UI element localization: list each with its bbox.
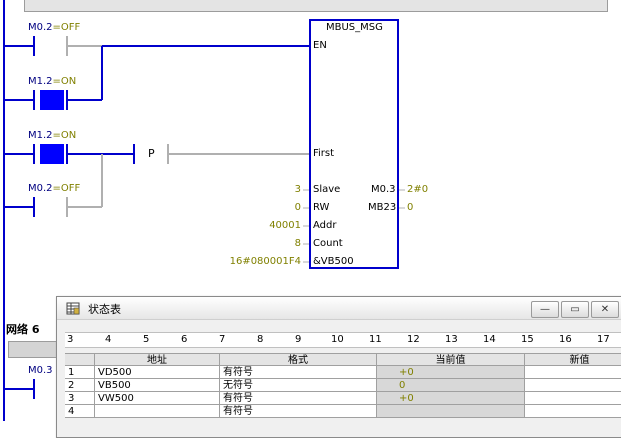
ruler-mark: 6 xyxy=(181,334,188,345)
table-header: 地址 格式 当前值 新值 ▲ xyxy=(65,353,621,366)
block-title: MBUS_MSG xyxy=(326,22,383,33)
current-value-cell: +0 xyxy=(377,392,525,405)
address-cell[interactable]: VD500 xyxy=(95,366,220,379)
header-address[interactable]: 地址 xyxy=(95,353,220,366)
new-value-cell[interactable] xyxy=(525,405,621,418)
restore-button[interactable]: ▭ xyxy=(561,301,589,318)
new-value-cell[interactable] xyxy=(525,392,621,405)
pin-first: First xyxy=(313,148,335,159)
pin-count: Count xyxy=(313,238,343,249)
table-row[interactable]: 3 VW500 有符号 +0 xyxy=(65,392,621,405)
pin-slave: Slave xyxy=(313,184,341,195)
current-value-cell: 0 xyxy=(377,379,525,392)
ruler-mark: 12 xyxy=(407,334,420,345)
status-table-icon xyxy=(66,302,80,315)
format-cell[interactable]: 有符号 xyxy=(220,366,377,379)
header-current-value[interactable]: 当前值 xyxy=(377,353,525,366)
ruler-mark: 16 xyxy=(559,334,572,345)
contact-m0-2-label: M0.2=OFF xyxy=(28,22,81,33)
ruler-mark: 3 xyxy=(67,334,74,345)
pin-done: M0.3 xyxy=(371,184,396,195)
header-num xyxy=(65,353,95,366)
ruler-mark: 11 xyxy=(369,334,382,345)
table-row[interactable]: 4 有符号 xyxy=(65,405,621,418)
contact-m0-2-label-2: M0.2=OFF xyxy=(28,183,81,194)
window-titlebar[interactable]: 状态表 — ▭ ✕ xyxy=(57,297,621,320)
ruler-mark: 14 xyxy=(483,334,496,345)
address-cell[interactable]: VB500 xyxy=(95,379,220,392)
row-number: 1 xyxy=(65,366,95,379)
rw-value: 0 xyxy=(294,202,301,213)
format-cell[interactable]: 有符号 xyxy=(220,405,377,418)
format-cell[interactable]: 有符号 xyxy=(220,392,377,405)
ruler-mark: 17 xyxy=(597,334,610,345)
done-value: 2#0 xyxy=(407,184,429,195)
ruler-mark: 4 xyxy=(105,334,112,345)
current-value-cell xyxy=(377,405,525,418)
status-table-window[interactable]: 状态表 — ▭ ✕ 3 4 5 6 7 8 9 10 11 12 13 14 1… xyxy=(56,296,621,438)
ruler-mark: 15 xyxy=(521,334,534,345)
column-ruler: 3 4 5 6 7 8 9 10 11 12 13 14 15 16 17 xyxy=(65,332,621,348)
pin-rw: RW xyxy=(313,202,330,213)
minimize-button[interactable]: — xyxy=(531,301,559,318)
p-contact-label: P xyxy=(148,147,155,160)
contact-m1-2-label: M1.2=ON xyxy=(28,76,77,87)
current-value-cell: +0 xyxy=(377,366,525,379)
contact-m0-3-label: M0.3 xyxy=(28,365,53,376)
ruler-mark: 9 xyxy=(295,334,302,345)
error-value: 0 xyxy=(407,202,414,213)
row-number: 3 xyxy=(65,392,95,405)
header-new-value[interactable]: 新值 xyxy=(525,353,621,366)
new-value-cell[interactable] xyxy=(525,366,621,379)
address-cell[interactable]: VW500 xyxy=(95,392,220,405)
ruler-mark: 5 xyxy=(143,334,150,345)
contact-m1-2-label-2: M1.2=ON xyxy=(28,130,77,141)
pin-en: EN xyxy=(313,40,327,51)
slave-value: 3 xyxy=(294,184,301,195)
table-row[interactable]: 2 VB500 无符号 0 xyxy=(65,379,621,392)
ruler-mark: 13 xyxy=(445,334,458,345)
new-value-cell[interactable] xyxy=(525,379,621,392)
header-format[interactable]: 格式 xyxy=(220,353,377,366)
row-number: 4 xyxy=(65,405,95,418)
addr-value: 40001 xyxy=(269,220,301,231)
network-title: 网络 6 xyxy=(6,323,40,336)
dataptr-value: 16#080001F4 xyxy=(229,256,301,267)
count-value: 8 xyxy=(294,238,301,249)
close-button[interactable]: ✕ xyxy=(591,301,619,318)
address-cell[interactable] xyxy=(95,405,220,418)
format-cell[interactable]: 无符号 xyxy=(220,379,377,392)
table-row[interactable]: 1 VD500 有符号 +0 xyxy=(65,366,621,379)
pin-error: MB23 xyxy=(368,202,397,213)
window-title: 状态表 xyxy=(88,303,121,316)
pin-addr: Addr xyxy=(313,220,337,231)
ruler-mark: 8 xyxy=(257,334,264,345)
ruler-mark: 10 xyxy=(331,334,344,345)
ruler-mark: 7 xyxy=(219,334,226,345)
pin-dataptr: &VB500 xyxy=(313,256,354,267)
row-number: 2 xyxy=(65,379,95,392)
